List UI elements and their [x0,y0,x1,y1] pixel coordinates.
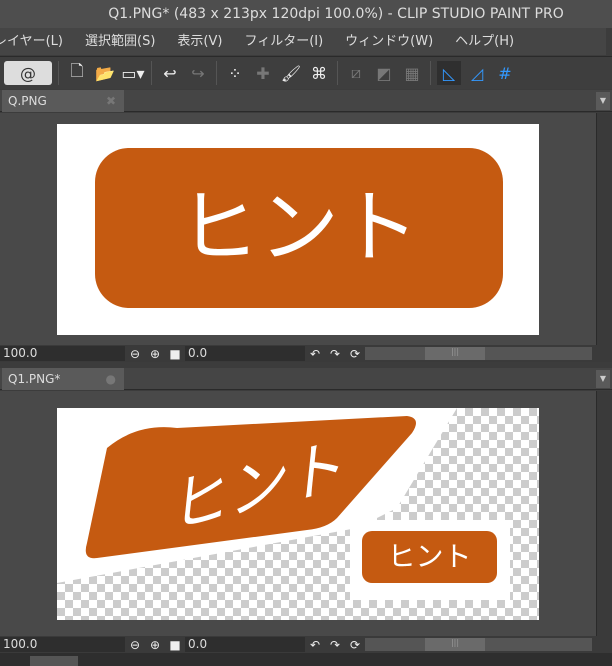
hint-button-graphic: ヒント [95,148,503,308]
rotate-right-icon[interactable]: ↷ [325,638,345,652]
snap-icon[interactable]: ◩ [372,61,396,85]
rotation-field[interactable]: 0.0 [185,346,305,361]
bottom-tab[interactable] [30,656,78,666]
new-file-icon[interactable]: 🗋 [65,61,89,85]
fill-icon[interactable]: 🖌 [279,61,303,85]
divider [151,61,152,85]
zoom-out-icon[interactable]: ⊖ [125,347,145,361]
zoom-in-icon[interactable]: ⊕ [145,347,165,361]
zoom-out-icon[interactable]: ⊖ [125,638,145,652]
window-title: Q1.PNG* (483 x 213px 120dpi 100.0%) - CL… [108,6,564,22]
menu-selection[interactable]: 選択範囲(S) [85,28,155,55]
reset-rotation-icon[interactable]: ⟳ [345,638,365,652]
tab-menu-dropdown[interactable]: ▼ [596,370,610,388]
menu-view[interactable]: 表示(V) [177,28,222,55]
close-icon[interactable]: ✖ [106,90,116,112]
clear-outside-icon[interactable]: ✚ [251,61,275,85]
tab-q-png[interactable]: Q.PNG ✖ [2,90,124,112]
transformed-artwork: ヒント [57,408,510,600]
canvas-area-2[interactable]: ヒント ヒント [0,391,596,636]
rotate-left-icon[interactable]: ↶ [305,347,325,361]
open-folder-icon[interactable]: 📂 [93,61,117,85]
undo-icon[interactable]: ↩ [158,61,182,85]
menu-bar: レイヤー(L) 選択範囲(S) 表示(V) フィルター(I) ウィンドウ(W) … [0,28,606,55]
grid-icon[interactable]: ▦ [400,61,424,85]
status-bar-1: 100.0 ⊖ ⊕ ■ 0.0 ↶ ↷ ⟳ ||| [0,345,612,362]
canvas-image: ヒント [57,124,539,335]
canvas-area-1[interactable]: ヒント [0,113,596,345]
menu-filter[interactable]: フィルター(I) [244,28,323,55]
scroll-thumb[interactable]: ||| [425,347,485,360]
zoom-in-icon[interactable]: ⊕ [145,638,165,652]
hint-text: ヒント [179,181,419,274]
hide-selection-icon[interactable]: ⧄ [344,61,368,85]
vertical-scrollbar-1[interactable] [596,113,612,345]
fit-icon[interactable]: ■ [165,638,185,652]
horizontal-scrollbar-2[interactable]: ||| [365,638,592,651]
vertical-scrollbar-2[interactable] [596,391,612,636]
reset-rotation-icon[interactable]: ⟳ [345,347,365,361]
divider [216,61,217,85]
status-bar-2: 100.0 ⊖ ⊕ ■ 0.0 ↶ ↷ ⟳ ||| [0,636,612,653]
menu-help[interactable]: ヘルプ(H) [455,28,514,55]
divider [430,61,431,85]
save-icon[interactable]: ▭▾ [121,61,145,85]
zoom-field[interactable]: 100.0 [0,346,125,361]
rotate-right-icon[interactable]: ↷ [325,347,345,361]
snap-grid-icon[interactable]: # [493,61,517,85]
title-bar: Q1.PNG* (483 x 213px 120dpi 100.0%) - CL… [0,0,612,28]
hint-text: ヒント [387,540,472,573]
fit-icon[interactable]: ■ [165,347,185,361]
tab-menu-dropdown[interactable]: ▼ [596,92,610,110]
transform-icon[interactable]: ⌘ [307,61,331,85]
small-hint-button-graphic: ヒント [362,531,497,583]
clip-studio-icon[interactable]: @ [4,61,52,85]
tab-bar-1: Q.PNG ✖ ▼ [0,90,612,112]
scroll-thumb[interactable]: ||| [425,638,485,651]
unsaved-dot-icon[interactable]: ● [106,368,116,390]
menu-layer[interactable]: レイヤー(L) [0,28,63,55]
tab-bar-2: Q1.PNG* ● ▼ [0,368,612,390]
tab-label: Q.PNG [8,94,47,108]
command-bar: @ 🗋 📂 ▭▾ ↩ ↪ ⁘ ✚ 🖌 ⌘ ⧄ ◩ ▦ ◺ ◿ # [0,56,612,89]
redo-icon[interactable]: ↪ [186,61,210,85]
snap-ruler-icon[interactable]: ◺ [437,61,461,85]
rotation-field[interactable]: 0.0 [185,637,305,652]
horizontal-scrollbar-1[interactable]: ||| [365,347,592,360]
rotate-left-icon[interactable]: ↶ [305,638,325,652]
divider [58,61,59,85]
snap-special-ruler-icon[interactable]: ◿ [465,61,489,85]
tab-q1-png[interactable]: Q1.PNG* ● [2,368,124,390]
bottom-panel-bar [0,653,612,666]
divider [337,61,338,85]
clear-icon[interactable]: ⁘ [223,61,247,85]
menu-window[interactable]: ウィンドウ(W) [345,28,433,55]
zoom-field[interactable]: 100.0 [0,637,125,652]
tab-label: Q1.PNG* [8,372,61,386]
canvas-image-transparent: ヒント ヒント [57,408,539,620]
